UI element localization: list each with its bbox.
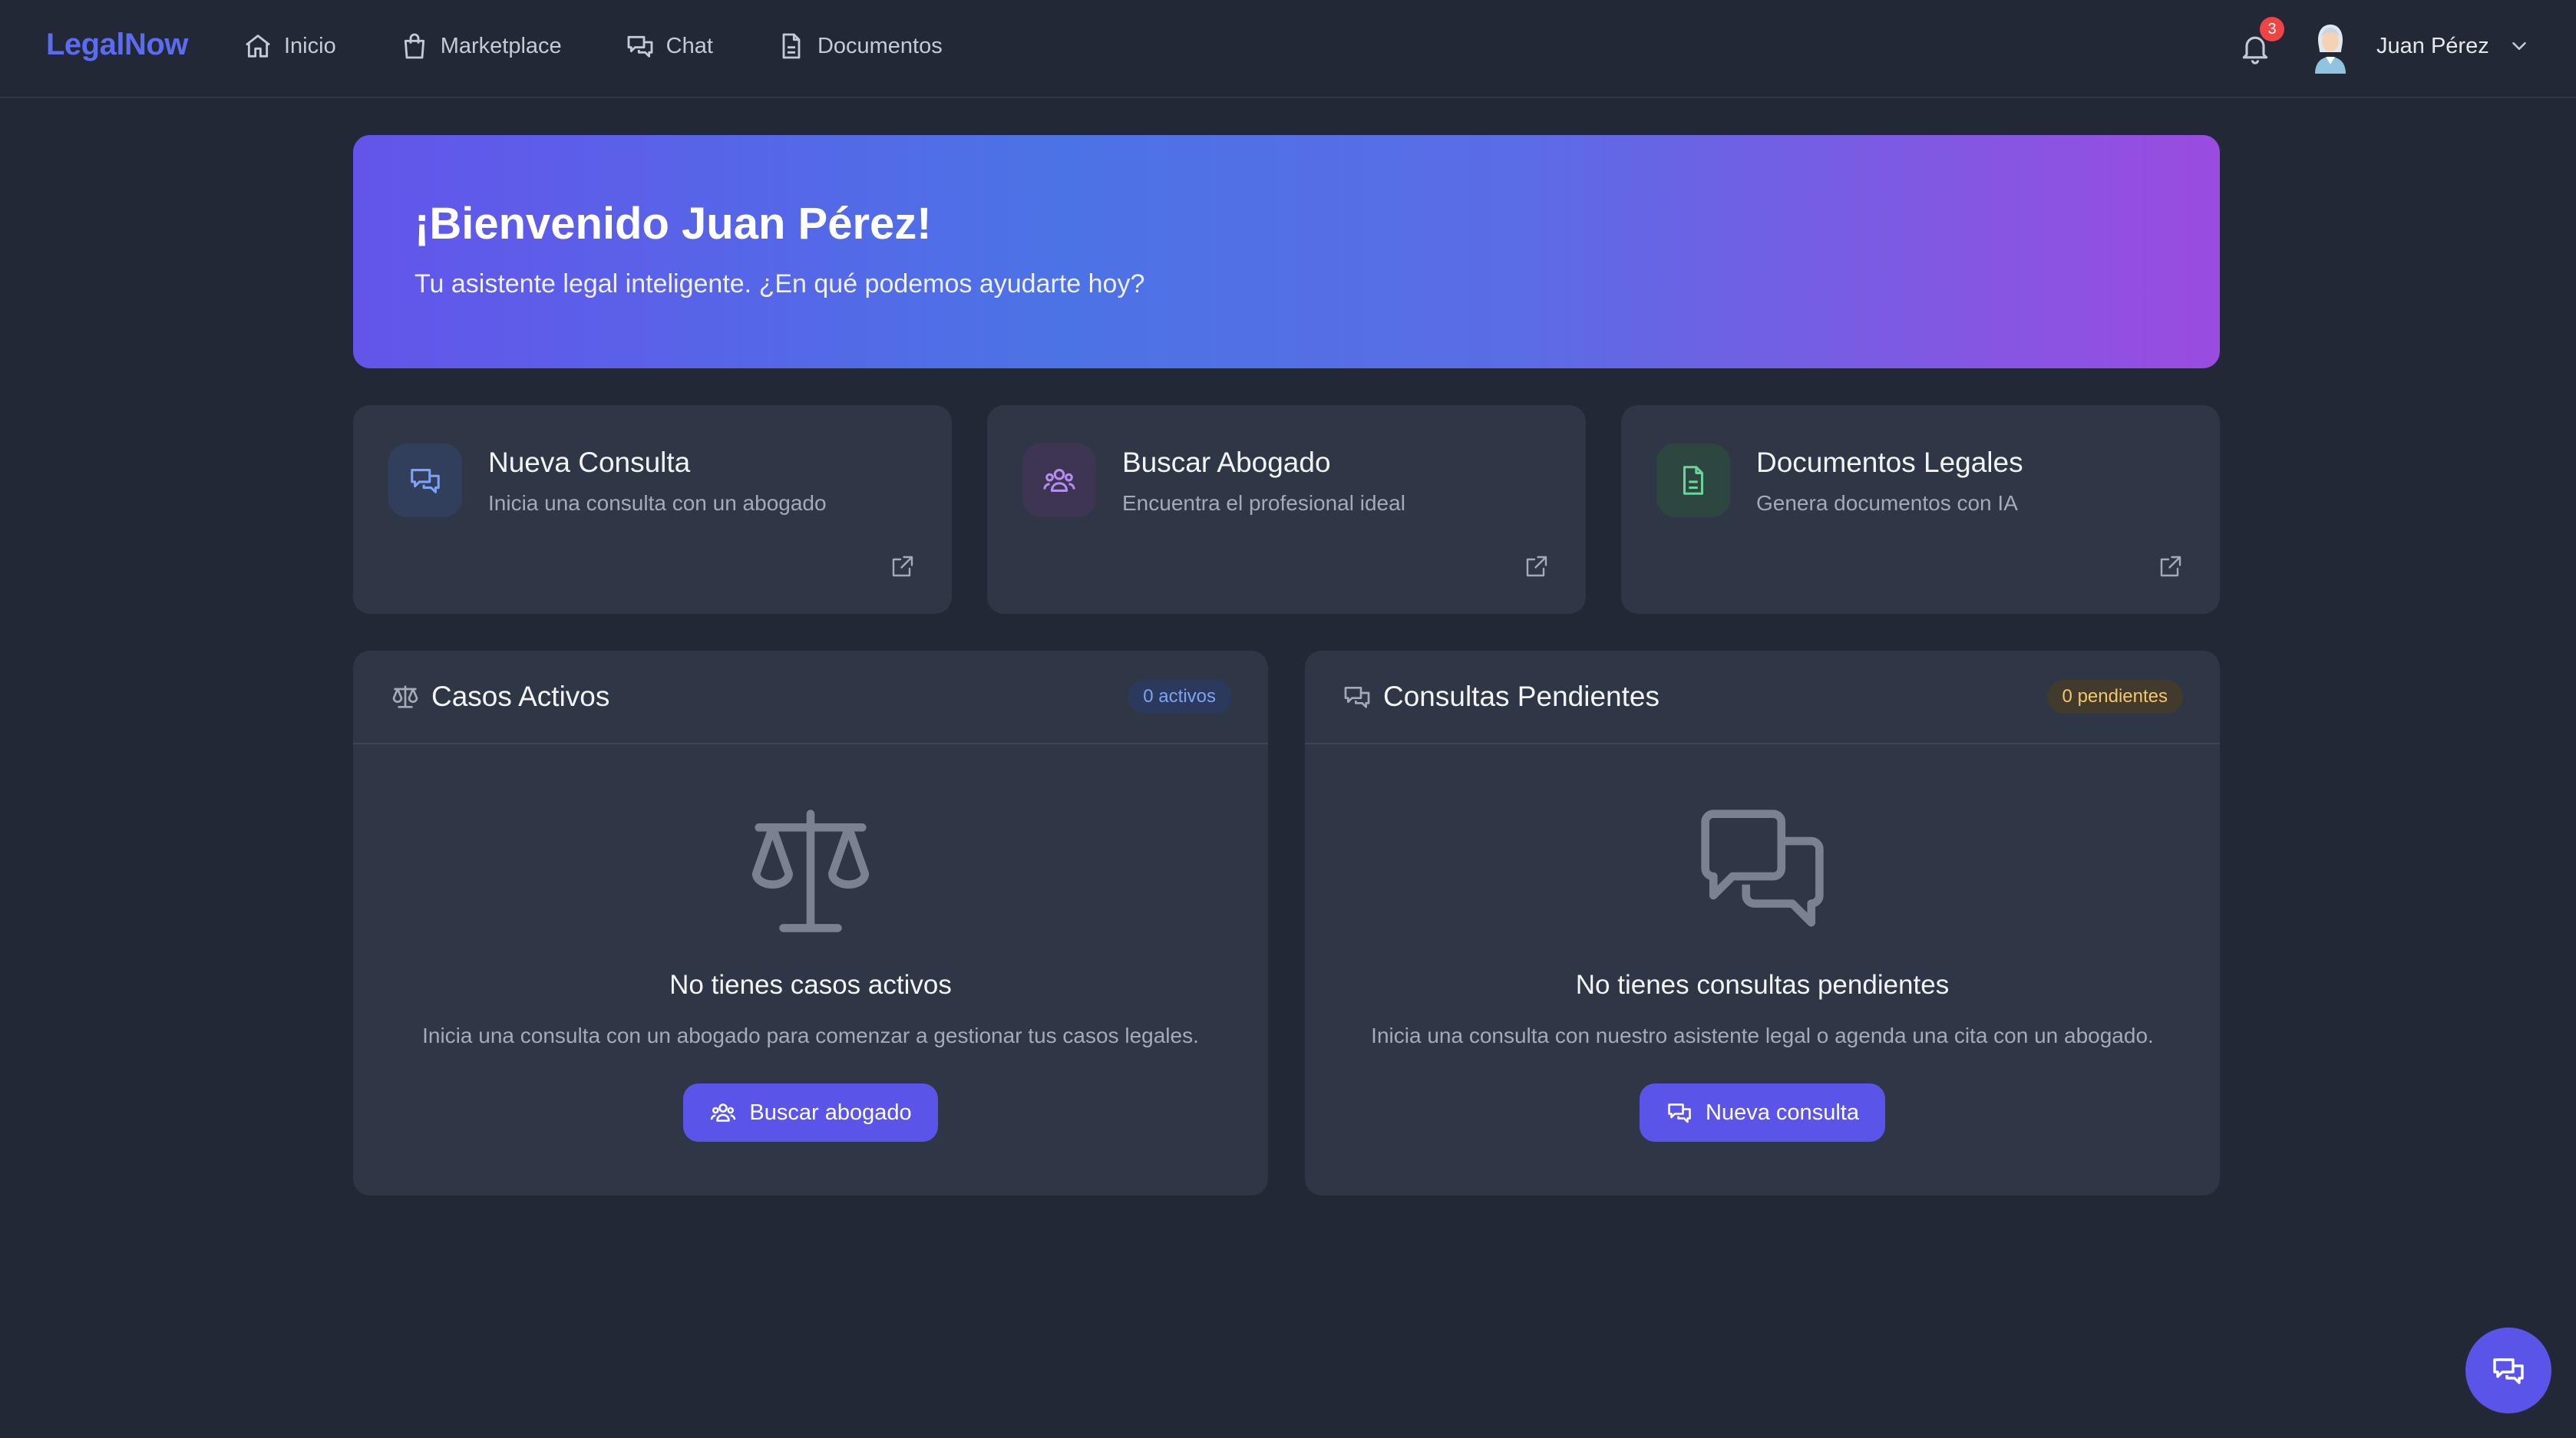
scale-icon: [390, 681, 421, 712]
empty-state: No tienes casos activos Inicia una consu…: [353, 806, 1268, 1142]
floating-chat-button[interactable]: [2465, 1328, 2551, 1413]
external-link-icon[interactable]: [889, 552, 916, 580]
users-icon: [709, 1099, 737, 1126]
status-badge: 0 activos: [1128, 680, 1231, 714]
empty-title: No tienes casos activos: [669, 970, 952, 1000]
users-icon: [1022, 444, 1096, 517]
status-badge: 0 pendientes: [2046, 680, 2183, 714]
nav-item-documentos[interactable]: Documentos: [776, 31, 943, 61]
top-navbar: LegalNow Inicio Marketplace Chat Documen…: [0, 0, 2576, 98]
empty-text: Inicia una consulta con un abogado para …: [422, 1024, 1199, 1047]
find-lawyer-button[interactable]: Buscar abogado: [683, 1083, 938, 1142]
card-nueva-consulta[interactable]: Nueva Consulta Inicia una consulta con u…: [353, 405, 952, 614]
chat-icon: [388, 444, 462, 517]
nav-item-label: Marketplace: [440, 33, 562, 58]
chat-icon: [1666, 1099, 1693, 1126]
nav-item-label: Documentos: [817, 33, 943, 58]
main-nav: Inicio Marketplace Chat Documentos: [243, 31, 1006, 61]
card-subtitle: Genera documentos con IA: [1756, 491, 2018, 515]
panel-header: Casos Activos 0 activos: [353, 651, 1268, 744]
button-label: Nueva consulta: [1706, 1100, 1859, 1125]
logo[interactable]: LegalNow: [46, 28, 188, 62]
nav-item-marketplace[interactable]: Marketplace: [399, 31, 562, 61]
scale-icon: [741, 806, 880, 936]
welcome-banner: ¡Bienvenido Juan Pérez! Tu asistente leg…: [353, 135, 2220, 368]
nav-item-label: Chat: [665, 33, 713, 58]
button-label: Buscar abogado: [749, 1100, 912, 1125]
panel-header: Consultas Pendientes 0 pendientes: [1305, 651, 2220, 744]
chat-icon: [1342, 681, 1372, 712]
notifications-badge: 3: [2260, 17, 2284, 41]
external-link-icon[interactable]: [2157, 552, 2185, 580]
avatar: [2307, 18, 2353, 74]
card-title: Documentos Legales: [1756, 447, 2023, 478]
nav-item-inicio[interactable]: Inicio: [243, 31, 336, 61]
chevron-down-icon: [2508, 35, 2531, 58]
banner-title: ¡Bienvenido Juan Pérez!: [414, 199, 932, 249]
pending-consultations-panel: Consultas Pendientes 0 pendientes No tie…: [1305, 651, 2220, 1196]
user-menu[interactable]: Juan Pérez: [2307, 18, 2531, 74]
document-icon: [776, 31, 807, 61]
empty-text: Inicia una consulta con nuestro asistent…: [1371, 1024, 2154, 1047]
banner-subtitle: Tu asistente legal inteligente. ¿En qué …: [414, 269, 1145, 298]
card-documentos-legales[interactable]: Documentos Legales Genera documentos con…: [1621, 405, 2220, 614]
chat-icon: [625, 31, 656, 61]
panel-title: Casos Activos: [431, 681, 610, 712]
card-subtitle: Encuentra el profesional ideal: [1122, 491, 1405, 515]
nav-item-label: Inicio: [284, 33, 336, 58]
home-icon: [243, 31, 273, 61]
panel-title: Consultas Pendientes: [1383, 681, 1660, 712]
document-icon: [1656, 444, 1730, 517]
empty-state: No tienes consultas pendientes Inicia un…: [1305, 806, 2220, 1142]
user-name: Juan Pérez: [2376, 33, 2489, 58]
card-title: Buscar Abogado: [1122, 447, 1331, 478]
chat-bubbles-icon: [1693, 806, 1831, 936]
card-buscar-abogado[interactable]: Buscar Abogado Encuentra el profesional …: [987, 405, 1586, 614]
external-link-icon[interactable]: [1523, 552, 1551, 580]
nav-item-chat[interactable]: Chat: [625, 31, 713, 61]
new-consultation-button[interactable]: Nueva consulta: [1640, 1083, 1885, 1142]
empty-title: No tienes consultas pendientes: [1575, 970, 1950, 1000]
active-cases-panel: Casos Activos 0 activos No tienes casos …: [353, 651, 1268, 1196]
card-subtitle: Inicia una consulta con un abogado: [488, 491, 827, 515]
chat-icon: [2493, 1358, 2524, 1384]
shopping-bag-icon: [399, 31, 430, 61]
card-title: Nueva Consulta: [488, 447, 691, 478]
